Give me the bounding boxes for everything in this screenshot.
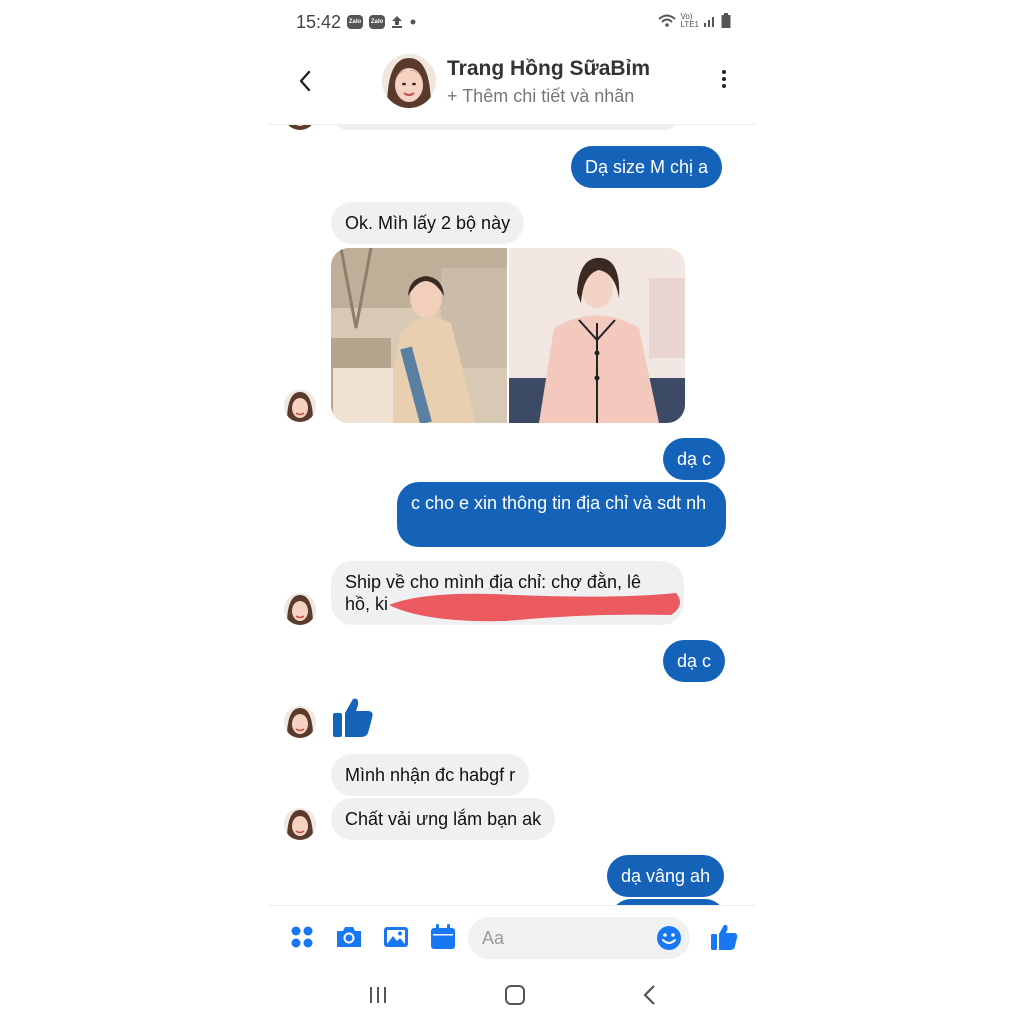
outgoing-message[interactable]: dạ c <box>663 438 726 480</box>
status-bar: 15:42 Zalo Zalo Vo) LTE1 <box>269 0 755 46</box>
camera-icon[interactable] <box>334 922 364 952</box>
home-icon[interactable] <box>503 983 527 1007</box>
add-details-link[interactable]: + Thêm chi tiết và nhãn <box>447 86 634 107</box>
gallery-icon[interactable] <box>381 922 411 952</box>
sender-avatar <box>284 390 316 422</box>
sender-avatar <box>284 706 316 738</box>
thumbs-up-icon[interactable] <box>709 922 739 952</box>
outgoing-message[interactable]: dạ c <box>663 640 726 682</box>
conversation-header: Trang Hồng SữaBỉm + Thêm chi tiết và nhã… <box>269 46 755 125</box>
notification-icons: Zalo Zalo <box>347 15 417 29</box>
dot-icon <box>410 19 416 25</box>
status-time: 15:42 <box>296 12 342 32</box>
outgoing-message[interactable]: Dạ size M chị a <box>571 146 723 188</box>
message-input[interactable]: Aa <box>468 917 690 959</box>
apps-grid-icon[interactable] <box>287 922 317 952</box>
contact-avatar[interactable] <box>382 54 436 108</box>
sender-avatar <box>284 808 316 840</box>
signal-icon <box>704 17 714 27</box>
zalo-icon: Zalo <box>347 15 363 29</box>
outgoing-message[interactable]: dạ vâng ah <box>607 855 725 897</box>
android-nav-bar <box>269 971 755 1024</box>
incoming-message[interactable]: Ship về cho mình địa chỉ: chợ đằn, lê hồ… <box>331 561 684 625</box>
battery-icon <box>721 13 731 28</box>
network-indicator: Vo) LTE1 <box>680 12 699 29</box>
shared-photo-1[interactable] <box>331 248 507 423</box>
shared-photo-2[interactable] <box>509 248 685 423</box>
recent-apps-icon[interactable] <box>368 983 388 1007</box>
redaction-mark <box>389 593 680 622</box>
emoji-icon[interactable] <box>656 925 682 951</box>
upload-icon <box>392 16 402 28</box>
system-status-icons: Vo) LTE1 <box>658 13 731 29</box>
incoming-message[interactable]: Mình nhận đc habgf r <box>331 754 530 796</box>
calendar-icon[interactable] <box>428 922 458 952</box>
outgoing-message[interactable]: c cho e xin thông tin địa chỉ và sdt nh <box>397 482 726 547</box>
incoming-message[interactable]: Chất vải ưng lắm bạn ak <box>331 798 556 840</box>
sender-avatar <box>284 593 316 625</box>
back-arrow-icon[interactable] <box>291 66 321 96</box>
message-input-placeholder: Aa <box>482 928 505 948</box>
zalo-icon: Zalo <box>369 15 385 29</box>
back-nav-icon[interactable] <box>640 983 660 1007</box>
thumbs-up-icon[interactable] <box>331 695 375 739</box>
message-thread[interactable]: Dạ size M chị a Ok. Mìh lấy 2 bộ này dạ … <box>269 124 755 905</box>
wifi-icon <box>658 14 677 27</box>
more-options-icon[interactable] <box>719 70 729 94</box>
contact-name[interactable]: Trang Hồng SữaBỉm <box>447 57 650 81</box>
phone-screen: 15:42 Zalo Zalo Vo) LTE1 Trang Hồng SữaBỉ… <box>269 0 755 1024</box>
message-composer: Aa <box>269 905 755 972</box>
incoming-message[interactable]: Ok. Mìh lấy 2 bộ này <box>331 202 525 244</box>
